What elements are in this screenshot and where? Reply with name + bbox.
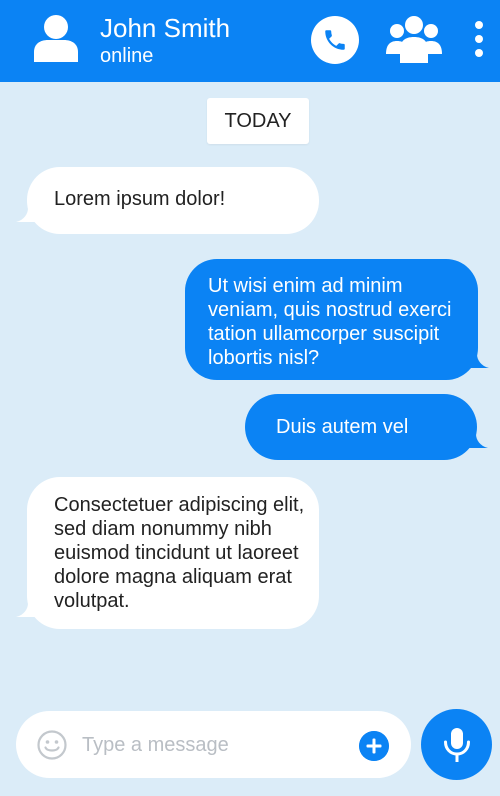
message-line: volutpat.	[54, 590, 130, 612]
message-line: dolore magna aliquam erat	[54, 566, 292, 588]
message-bubble-incoming[interactable]: Consectetuer adipiscing elit, sed diam n…	[16, 477, 319, 629]
message-composer	[16, 711, 411, 778]
bubble-tail	[468, 434, 488, 448]
message-line: Lorem ipsum dolor!	[54, 188, 226, 210]
more-vertical-icon[interactable]	[470, 20, 488, 60]
message-line: Ut wisi enim ad minim	[208, 275, 403, 297]
message-line: sed diam nonummy nibh	[54, 518, 272, 540]
message-bubble-outgoing[interactable]: Ut wisi enim ad minim veniam, quis nostr…	[185, 259, 489, 380]
chat-header: John Smith online	[0, 0, 500, 82]
microphone-icon	[443, 727, 470, 762]
message-line: Duis autem vel	[276, 416, 409, 438]
call-button[interactable]	[311, 16, 359, 64]
bubble-tail	[16, 603, 36, 617]
message-line: euismod tincidunt ut laoreet	[54, 542, 299, 564]
user-avatar-icon[interactable]	[30, 12, 82, 64]
message-line: tation ullamcorper suscipit	[208, 323, 440, 345]
message-bubble-outgoing[interactable]: Duis autem vel	[245, 394, 488, 460]
phone-icon	[325, 30, 345, 50]
emoji-icon[interactable]	[36, 729, 68, 761]
message-line: veniam, quis nostrud exerci	[208, 299, 452, 321]
plus-icon[interactable]	[359, 731, 389, 761]
message-input[interactable]	[82, 729, 352, 761]
date-separator: TODAY	[207, 98, 309, 144]
message-line: Consectetuer adipiscing elit,	[54, 494, 305, 516]
contact-name: John Smith	[100, 13, 231, 43]
group-icon[interactable]	[386, 14, 442, 64]
message-line: lobortis nisl?	[208, 347, 320, 369]
bubble-tail	[469, 354, 489, 368]
bubble-tail	[16, 208, 36, 222]
voice-message-button[interactable]	[421, 709, 492, 780]
contact-status: online	[100, 45, 154, 67]
message-bubble-incoming[interactable]: Lorem ipsum dolor!	[16, 167, 319, 234]
